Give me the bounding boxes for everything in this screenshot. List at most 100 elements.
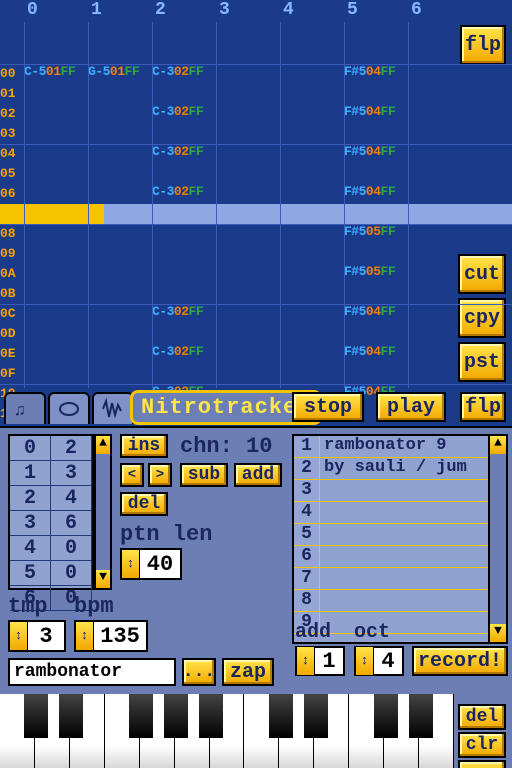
pattern-cell[interactable]: C-302FF: [152, 184, 216, 204]
pattern-cell[interactable]: [408, 184, 472, 204]
tempo-input[interactable]: ↕3: [8, 620, 66, 652]
pattern-cell[interactable]: [280, 144, 344, 164]
pattern-cell[interactable]: [280, 184, 344, 204]
scroll-up-icon[interactable]: ▲: [96, 436, 110, 454]
pattern-cell[interactable]: [88, 104, 152, 124]
dash-button[interactable]: --: [458, 760, 506, 768]
pattern-cell[interactable]: [344, 364, 408, 384]
pattern-editor[interactable]: 0123456 000102030405060708090A0B0C0D0E0F…: [0, 0, 512, 388]
pattern-cell[interactable]: ...: [152, 124, 216, 144]
pattern-cell[interactable]: [216, 164, 280, 184]
pattern-cell[interactable]: [88, 264, 152, 284]
spinner-icon[interactable]: ↕: [356, 647, 374, 675]
sequence-list[interactable]: 02132436405060: [8, 434, 94, 590]
pattern-cell[interactable]: [88, 144, 152, 164]
pattern-cell[interactable]: ...: [152, 164, 216, 184]
pattern-cell[interactable]: [24, 344, 88, 364]
pattern-cell[interactable]: [280, 64, 344, 84]
pattern-cell[interactable]: F#504FF: [344, 104, 408, 124]
add-button[interactable]: add: [234, 463, 282, 487]
pattern-cell[interactable]: [280, 364, 344, 384]
pattern-cell[interactable]: [152, 284, 216, 304]
pattern-cell[interactable]: [216, 84, 280, 104]
pattern-cell[interactable]: [216, 364, 280, 384]
pattern-cell[interactable]: [408, 64, 472, 84]
seq-pos[interactable]: 1: [10, 461, 51, 485]
pattern-cell[interactable]: C-302FF: [152, 64, 216, 84]
zap-button[interactable]: zap: [222, 658, 274, 686]
pattern-cell[interactable]: [216, 244, 280, 264]
seq-pos[interactable]: 3: [10, 511, 51, 535]
black-key[interactable]: [374, 694, 398, 738]
play-button[interactable]: play: [376, 392, 446, 422]
seq-pat[interactable]: 0: [51, 561, 92, 585]
pattern-cell[interactable]: [216, 264, 280, 284]
pattern-cell[interactable]: [24, 284, 88, 304]
pattern-cell[interactable]: G-501FF: [88, 64, 152, 84]
pattern-cell[interactable]: [24, 84, 88, 104]
pattern-cell[interactable]: ...: [152, 84, 216, 104]
seq-pos[interactable]: 0: [10, 436, 51, 460]
browse-button[interactable]: ...: [182, 658, 216, 686]
next-button[interactable]: >: [148, 463, 172, 487]
black-key[interactable]: [199, 694, 223, 738]
sample-row[interactable]: 3: [294, 480, 506, 502]
scroll-down-icon[interactable]: ▼: [96, 570, 110, 588]
pattern-cell[interactable]: [24, 164, 88, 184]
delete-button[interactable]: del: [120, 492, 168, 516]
pattern-cell[interactable]: [88, 244, 152, 264]
pattern-cell[interactable]: [344, 164, 408, 184]
subtract-button[interactable]: sub: [180, 463, 228, 487]
pattern-cell[interactable]: [216, 304, 280, 324]
sequence-scrollbar[interactable]: ▲ ▼: [94, 434, 112, 590]
pattern-cell[interactable]: ...: [152, 364, 216, 384]
black-key[interactable]: [304, 694, 328, 738]
pattern-cell[interactable]: [344, 84, 408, 104]
black-key[interactable]: [164, 694, 188, 738]
stop-button[interactable]: stop: [292, 392, 364, 422]
black-key[interactable]: [409, 694, 433, 738]
pattern-cell[interactable]: [152, 244, 216, 264]
pattern-cell[interactable]: [280, 344, 344, 364]
pattern-cell[interactable]: [280, 104, 344, 124]
pattern-cell[interactable]: [216, 124, 280, 144]
seq-pat[interactable]: 3: [51, 461, 92, 485]
record-button[interactable]: record!: [412, 646, 508, 676]
pattern-cell[interactable]: [344, 124, 408, 144]
pattern-cell[interactable]: F#504FF: [344, 184, 408, 204]
pattern-cell[interactable]: [24, 144, 88, 164]
pattern-cell[interactable]: [24, 304, 88, 324]
tab-pattern[interactable]: ♫: [4, 392, 46, 424]
pattern-cell[interactable]: [216, 284, 280, 304]
cut-button[interactable]: cut: [458, 254, 506, 294]
pattern-cell[interactable]: [88, 304, 152, 324]
black-key[interactable]: [24, 694, 48, 738]
pattern-cell[interactable]: [408, 104, 472, 124]
spinner-icon[interactable]: ↕: [122, 550, 140, 578]
pattern-cell[interactable]: [88, 284, 152, 304]
pattern-cell[interactable]: C-501FF: [24, 64, 88, 84]
pattern-cell[interactable]: [344, 244, 408, 264]
oct-input[interactable]: ↕4: [354, 646, 404, 676]
pattern-cell[interactable]: [24, 264, 88, 284]
pattern-cell[interactable]: [280, 124, 344, 144]
pattern-cell[interactable]: [280, 224, 344, 244]
pattern-cell[interactable]: [280, 164, 344, 184]
scroll-down-icon[interactable]: ▼: [490, 624, 506, 642]
pattern-cell[interactable]: [88, 124, 152, 144]
paste-button[interactable]: pst: [458, 342, 506, 382]
seq-pat[interactable]: 6: [51, 511, 92, 535]
black-key[interactable]: [269, 694, 293, 738]
seq-pat[interactable]: 0: [51, 536, 92, 560]
pattern-cell[interactable]: [216, 104, 280, 124]
pattern-cell[interactable]: [88, 84, 152, 104]
black-key[interactable]: [129, 694, 153, 738]
pattern-cell[interactable]: [280, 304, 344, 324]
pattern-cell[interactable]: [24, 184, 88, 204]
tab-disk[interactable]: [48, 392, 90, 424]
pattern-cell[interactable]: C-302FF: [152, 344, 216, 364]
spinner-icon[interactable]: ↕: [76, 622, 94, 650]
seq-pos[interactable]: 5: [10, 561, 51, 585]
pattern-cell[interactable]: C-302FF: [152, 104, 216, 124]
pattern-cell[interactable]: [280, 244, 344, 264]
